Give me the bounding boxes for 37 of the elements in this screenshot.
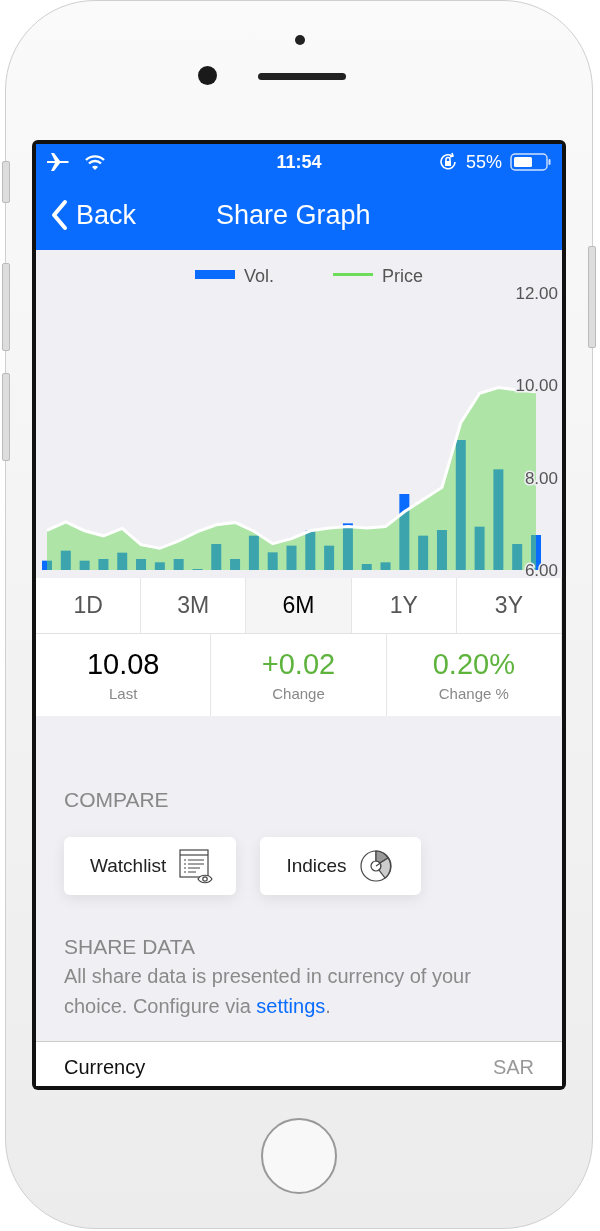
section-header: COMPARE <box>64 788 170 812</box>
period-tab[interactable]: 6M <box>246 578 352 633</box>
row-value: SAR <box>492 1056 534 1080</box>
axis-tick-label: 12.00 <box>515 284 558 303</box>
row-label: Currency <box>64 1056 146 1080</box>
period-tab[interactable]: 3Y <box>456 578 562 633</box>
axis-tick-label: 8.00 <box>524 468 558 488</box>
battery-percent: 55% <box>465 151 502 173</box>
status-time: 11:54 <box>275 151 323 173</box>
legend-label: Vol. <box>244 266 275 286</box>
airplane-icon <box>46 152 70 172</box>
rotation-lock-icon <box>437 152 458 172</box>
stat-label: Last <box>109 685 138 702</box>
stat-label: Change <box>272 685 325 702</box>
compare-button[interactable]: Indices <box>260 837 421 895</box>
compare-button[interactable]: Watchlist <box>64 837 237 895</box>
back-button[interactable]: Back <box>50 199 137 231</box>
axis-tick-label: 10.00 <box>515 376 558 396</box>
screen-title: Share Graph <box>216 199 371 231</box>
period-tab[interactable]: 1D <box>36 578 142 633</box>
stat-value: 0.20% <box>432 648 515 681</box>
share-data-note: All share data is presented in currency of your choice. Configure via settings. <box>64 964 472 1019</box>
camera-dot <box>295 35 305 45</box>
camera-lens <box>198 66 217 85</box>
battery-icon <box>510 152 552 172</box>
settings-link[interactable]: settings <box>256 995 326 1017</box>
chevron-left-icon <box>50 199 68 231</box>
period-tab[interactable]: 1Y <box>351 578 457 633</box>
section-header: SHARE DATA <box>64 935 197 959</box>
stat-value: +0.02 <box>261 648 336 681</box>
wifi-icon <box>84 153 106 171</box>
pie-chart-icon <box>358 849 393 883</box>
stat-label: Change % <box>438 685 509 702</box>
legend-label: Price <box>382 266 423 286</box>
stat-value: 10.08 <box>86 648 160 681</box>
document-eye-icon <box>178 848 215 884</box>
axis-tick-label: 6.00 <box>524 561 558 580</box>
